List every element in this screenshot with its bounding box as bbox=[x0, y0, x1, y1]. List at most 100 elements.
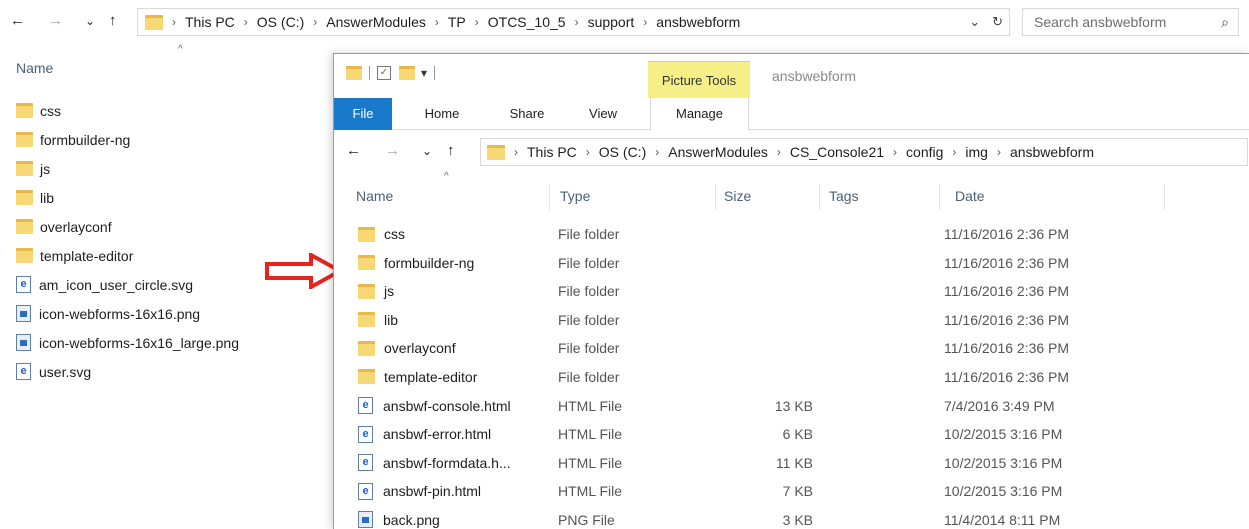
cell-type: PNG File bbox=[558, 511, 615, 528]
new-folder-icon[interactable] bbox=[399, 66, 415, 80]
tab-file[interactable]: File bbox=[334, 98, 392, 130]
forward-arrow-icon[interactable]: → bbox=[48, 11, 63, 31]
back-arrow-icon[interactable]: ← bbox=[10, 11, 25, 31]
tab-manage[interactable]: Manage bbox=[650, 98, 749, 131]
search-icon[interactable]: ⌕ bbox=[1221, 14, 1229, 31]
folder-icon bbox=[358, 283, 375, 299]
folder-icon bbox=[16, 190, 33, 205]
inner-navigation-bar: ← → ⌄ ↑ › This PC › OS (C:) › AnswerModules › C… bbox=[334, 130, 1249, 174]
table-row[interactable]: lib File folder 11/16/2016 2:36 PM bbox=[334, 306, 1249, 335]
table-row[interactable]: css File folder 11/16/2016 2:36 PM bbox=[334, 220, 1249, 249]
folder-icon bbox=[145, 14, 163, 30]
tab-share[interactable]: Share bbox=[504, 98, 550, 130]
column-headers: Name Type Size Tags Date bbox=[334, 181, 1249, 211]
outer-address-bar[interactable]: › This PC › OS (C:) › AnswerModules › TP › OTCS_1… bbox=[137, 8, 1010, 36]
cell-date: 7/4/2016 3:49 PM bbox=[944, 397, 1055, 414]
forward-arrow-icon[interactable]: → bbox=[385, 141, 400, 161]
breadcrumb-chevron-icon[interactable]: › bbox=[172, 15, 176, 29]
table-row[interactable]: e ansbwf-formdata.h... HTML File 11 KB 10/2/… bbox=[334, 449, 1249, 478]
breadcrumb-chevron-icon[interactable]: › bbox=[997, 145, 1001, 159]
breadcrumb-item[interactable]: config bbox=[906, 144, 943, 160]
breadcrumb-item[interactable]: This PC bbox=[185, 14, 235, 30]
breadcrumb-chevron-icon[interactable]: › bbox=[643, 15, 647, 29]
table-row[interactable]: js File folder 11/16/2016 2:36 PM bbox=[334, 277, 1249, 306]
table-row[interactable]: back.png PNG File 3 KB 11/4/2014 8:11 PM bbox=[334, 506, 1249, 529]
breadcrumb-item[interactable]: OS (C:) bbox=[599, 144, 646, 160]
table-row[interactable]: e ansbwf-pin.html HTML File 7 KB 10/2/2015 3… bbox=[334, 477, 1249, 506]
list-item[interactable]: e am_icon_user_circle.svg bbox=[16, 270, 239, 299]
breadcrumb-chevron-icon[interactable]: › bbox=[514, 145, 518, 159]
list-item[interactable]: js bbox=[16, 154, 239, 183]
up-arrow-icon[interactable]: ↑ bbox=[109, 11, 117, 31]
breadcrumb-item[interactable]: ansbwebform bbox=[1010, 144, 1094, 160]
breadcrumb-item[interactable]: OS (C:) bbox=[257, 14, 304, 30]
column-header-date[interactable]: Date bbox=[955, 181, 985, 211]
svg-file-icon: e bbox=[16, 363, 31, 380]
customize-toolbar-icon[interactable]: ▾ bbox=[421, 66, 427, 80]
breadcrumb-item[interactable]: ansbwebform bbox=[656, 14, 740, 30]
breadcrumb-chevron-icon[interactable]: › bbox=[777, 145, 781, 159]
table-row[interactable]: e ansbwf-console.html HTML File 13 KB 7/4/20… bbox=[334, 392, 1249, 421]
file-list: css File folder 11/16/2016 2:36 PM formbuil… bbox=[334, 220, 1249, 529]
list-item[interactable]: lib bbox=[16, 183, 239, 212]
up-arrow-icon[interactable]: ↑ bbox=[447, 141, 455, 161]
list-item[interactable]: template-editor bbox=[16, 241, 239, 270]
breadcrumb-item[interactable]: TP bbox=[448, 14, 466, 30]
cell-size bbox=[734, 249, 813, 277]
table-row[interactable]: formbuilder-ng File folder 11/16/2016 2:36… bbox=[334, 249, 1249, 278]
list-item[interactable]: formbuilder-ng bbox=[16, 125, 239, 154]
outer-column-name-header[interactable]: Name bbox=[16, 60, 53, 76]
inner-address-bar[interactable]: › This PC › OS (C:) › AnswerModules › CS_Consol… bbox=[480, 138, 1248, 166]
breadcrumb-item[interactable]: img bbox=[965, 144, 988, 160]
refresh-icon[interactable]: ↻ bbox=[986, 14, 1009, 30]
breadcrumb-item[interactable]: CS_Console21 bbox=[790, 144, 884, 160]
breadcrumb-item[interactable]: AnswerModules bbox=[668, 144, 768, 160]
outer-file-list: css formbuilder-ng js lib overlayconf templat… bbox=[16, 96, 239, 386]
column-header-size[interactable]: Size bbox=[724, 181, 751, 211]
cell-name: back.png bbox=[358, 506, 440, 529]
properties-check-icon[interactable]: ✓ bbox=[377, 66, 391, 80]
breadcrumb-chevron-icon[interactable]: › bbox=[244, 15, 248, 29]
breadcrumb-item[interactable]: support bbox=[588, 14, 635, 30]
cell-type: File folder bbox=[558, 340, 620, 357]
cell-type: HTML File bbox=[558, 397, 623, 414]
cell-type: HTML File bbox=[558, 483, 623, 500]
back-arrow-icon[interactable]: ← bbox=[346, 141, 361, 161]
cell-name: overlayconf bbox=[358, 334, 456, 362]
breadcrumb-chevron-icon[interactable]: › bbox=[952, 145, 956, 159]
breadcrumb-chevron-icon[interactable]: › bbox=[435, 15, 439, 29]
file-name: ansbwf-formdata.h... bbox=[383, 454, 511, 471]
breadcrumb-item[interactable]: AnswerModules bbox=[326, 14, 426, 30]
list-item[interactable]: icon-webforms-16x16_large.png bbox=[16, 328, 239, 357]
breadcrumb-item[interactable]: OTCS_10_5 bbox=[488, 14, 566, 30]
image-file-icon bbox=[16, 334, 31, 351]
column-header-name[interactable]: Name bbox=[356, 181, 393, 211]
breadcrumb-item[interactable]: This PC bbox=[527, 144, 577, 160]
recent-locations-chevron-icon[interactable]: ⌄ bbox=[85, 11, 95, 31]
breadcrumb-chevron-icon[interactable]: › bbox=[893, 145, 897, 159]
item-name: icon-webforms-16x16_large.png bbox=[39, 334, 239, 351]
tab-home[interactable]: Home bbox=[417, 98, 467, 130]
breadcrumb-chevron-icon[interactable]: › bbox=[313, 15, 317, 29]
outer-search-input[interactable]: Search ansbwebform ⌕ bbox=[1022, 8, 1239, 36]
file-name: css bbox=[384, 226, 405, 242]
tab-view[interactable]: View bbox=[583, 98, 623, 130]
recent-locations-chevron-icon[interactable]: ⌄ bbox=[422, 141, 432, 161]
address-dropdown-icon[interactable]: ⌄ bbox=[963, 14, 986, 30]
list-item[interactable]: overlayconf bbox=[16, 212, 239, 241]
cell-size: 7 KB bbox=[782, 483, 813, 500]
breadcrumb-chevron-icon[interactable]: › bbox=[475, 15, 479, 29]
breadcrumb-chevron-icon[interactable]: › bbox=[575, 15, 579, 29]
table-row[interactable]: overlayconf File folder 11/16/2016 2:36 PM bbox=[334, 334, 1249, 363]
list-item[interactable]: e user.svg bbox=[16, 357, 239, 386]
breadcrumb-chevron-icon[interactable]: › bbox=[655, 145, 659, 159]
table-row[interactable]: e ansbwf-error.html HTML File 6 KB 10/2/2015… bbox=[334, 420, 1249, 449]
table-row[interactable]: template-editor File folder 11/16/2016 2:3… bbox=[334, 363, 1249, 392]
cell-size: 11 KB bbox=[775, 454, 813, 471]
breadcrumb-chevron-icon[interactable]: › bbox=[586, 145, 590, 159]
list-item[interactable]: icon-webforms-16x16.png bbox=[16, 299, 239, 328]
column-header-type[interactable]: Type bbox=[560, 181, 590, 211]
column-header-tags[interactable]: Tags bbox=[829, 181, 859, 211]
list-item[interactable]: css bbox=[16, 96, 239, 125]
sort-caret-icon: ^ bbox=[178, 44, 183, 55]
